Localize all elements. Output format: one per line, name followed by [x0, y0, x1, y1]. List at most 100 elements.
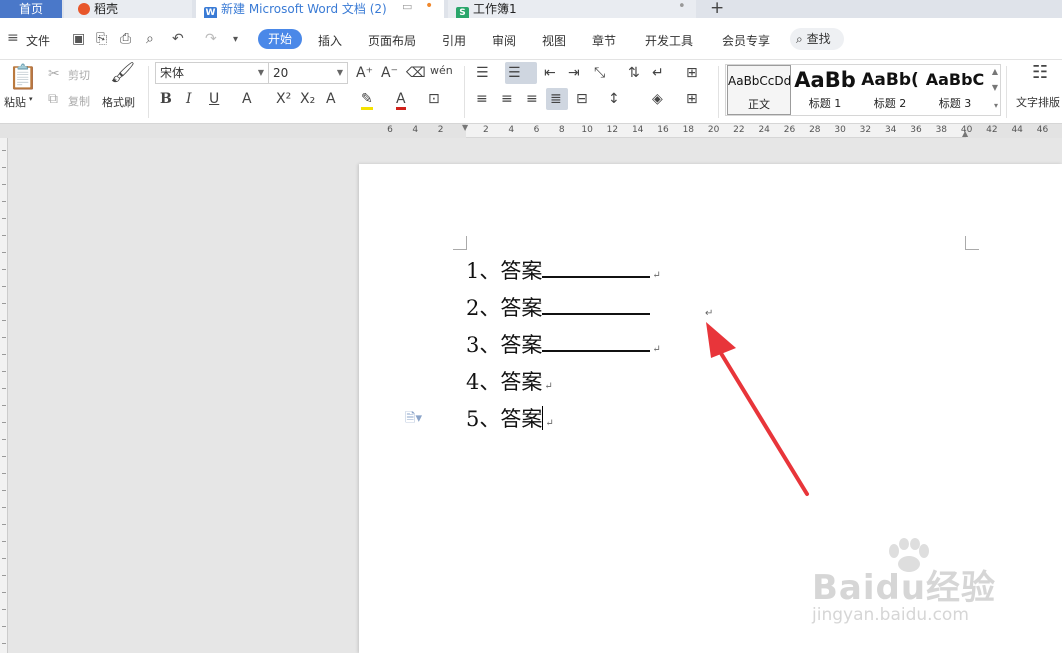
- cut-button[interactable]: 剪切: [68, 67, 90, 83]
- char-border-icon[interactable]: ⊡: [428, 91, 440, 107]
- format-painter-icon[interactable]: 🖌: [110, 62, 135, 82]
- justify-icon[interactable]: ≣: [550, 91, 562, 107]
- paste-dropdown-icon[interactable]: ▾: [29, 95, 33, 103]
- paste-button[interactable]: 粘贴: [4, 94, 26, 110]
- horizontal-ruler[interactable]: ▼ ▲ 6 4 2 2 4 6 8 10 12 14 16 18 20 22 24 26 28 30 32 34 36 3…: [0, 123, 1062, 138]
- text-outline-icon[interactable]: A: [326, 91, 336, 107]
- sort-icon[interactable]: ⇅: [628, 65, 640, 81]
- menu-insert[interactable]: 插入: [318, 32, 342, 49]
- find-button[interactable]: ⌕ 查找: [790, 28, 844, 50]
- menu-review[interactable]: 审阅: [492, 32, 516, 49]
- list-item[interactable]: 5、答案 ↵: [466, 406, 554, 437]
- clear-format-icon[interactable]: ⌫: [406, 65, 426, 81]
- tab-docer[interactable]: 稻壳: [64, 0, 192, 18]
- copy-icon[interactable]: ⧉: [48, 91, 58, 107]
- list-item[interactable]: 4、答案 ↵: [466, 369, 553, 400]
- show-marks-icon[interactable]: ↵: [652, 65, 664, 81]
- redo-icon[interactable]: ↷: [205, 31, 217, 47]
- style-normal[interactable]: AaBbCcDd 正文: [727, 65, 791, 115]
- borders-icon[interactable]: ⊞: [686, 91, 698, 107]
- vruler-tick: [2, 422, 6, 423]
- style-heading-1[interactable]: AaBb 标题 1: [793, 65, 857, 115]
- menu-home[interactable]: 开始: [258, 29, 302, 49]
- monitor-icon[interactable]: ▭: [402, 0, 412, 13]
- list-text: 答案: [500, 370, 543, 394]
- list-item[interactable]: 3、答案 ↵: [466, 332, 661, 363]
- vruler-tick: [2, 167, 6, 168]
- text-effect-icon[interactable]: A: [242, 91, 252, 107]
- superscript-icon[interactable]: X²: [276, 91, 291, 107]
- list-number: 4、: [466, 370, 501, 394]
- hamburger-icon[interactable]: ≡: [7, 30, 19, 46]
- vruler-tick: [2, 490, 6, 491]
- align-right-icon[interactable]: ≡: [526, 91, 538, 107]
- style-heading-2[interactable]: AaBb( 标题 2: [858, 65, 922, 115]
- shrink-font-icon[interactable]: A⁻: [381, 65, 398, 81]
- highlight-icon[interactable]: ✎: [361, 91, 373, 110]
- font-name-select[interactable]: 宋体 ▼: [155, 62, 269, 84]
- copy-button[interactable]: 复制: [68, 93, 90, 109]
- vruler-tick: [2, 405, 6, 406]
- decrease-indent-icon[interactable]: ⇤: [544, 65, 556, 81]
- cut-icon[interactable]: ✂: [48, 66, 60, 82]
- menu-bar: ≡ 文件 ▣ ⎘ ⎙ ⌕ ↶ ↷ ▾ 开始 插入 页面布局 引用 审阅 视图 章…: [0, 18, 1062, 60]
- bullet-list-icon[interactable]: ☰: [476, 65, 489, 81]
- export-pdf-icon[interactable]: ⎘: [96, 31, 107, 47]
- italic-button[interactable]: I: [186, 91, 192, 107]
- ruler-tick-label: 22: [733, 125, 745, 135]
- phonetic-guide-icon[interactable]: wén: [430, 63, 453, 79]
- text-layout-icon[interactable]: ☷: [1032, 64, 1048, 82]
- menu-developer[interactable]: 开发工具: [645, 32, 693, 49]
- gallery-scroll-up-icon[interactable]: ▲: [992, 67, 998, 76]
- gallery-scroll-down-icon[interactable]: ▼: [992, 83, 998, 92]
- vruler-tick: [2, 473, 6, 474]
- menu-references[interactable]: 引用: [442, 32, 466, 49]
- shading-icon[interactable]: ◈: [652, 91, 663, 107]
- chinese-layout-icon[interactable]: ⤡: [594, 65, 605, 81]
- style-heading-3[interactable]: AaBbC 标题 3: [923, 65, 987, 115]
- menu-section[interactable]: 章节: [592, 32, 616, 49]
- gallery-expand-icon[interactable]: ▾: [994, 101, 998, 110]
- customize-quick-access-icon[interactable]: ▾: [233, 34, 238, 45]
- vruler-tick: [2, 337, 6, 338]
- text-layout-button[interactable]: 文字排版: [1016, 94, 1060, 110]
- bold-button[interactable]: B: [160, 91, 172, 107]
- print-icon[interactable]: ⎙: [120, 31, 131, 47]
- line-spacing-icon[interactable]: ↕: [608, 91, 620, 107]
- first-line-indent-icon[interactable]: ▼: [462, 123, 468, 132]
- ruler-tick-label: 30: [834, 125, 846, 135]
- font-color-icon[interactable]: A: [396, 91, 406, 110]
- ruler-tick-label: 32: [859, 125, 872, 135]
- paste-icon[interactable]: 📋: [8, 64, 38, 90]
- save-icon[interactable]: ▣: [72, 31, 85, 47]
- increase-indent-icon[interactable]: ⇥: [568, 65, 580, 81]
- align-center-icon[interactable]: ≡: [501, 91, 513, 107]
- list-text: 答案: [500, 259, 543, 283]
- menu-file[interactable]: 文件: [26, 32, 50, 49]
- list-item[interactable]: 1、答案 ↵: [466, 258, 661, 289]
- numbered-list-icon[interactable]: ☰: [508, 65, 521, 81]
- separator: [1006, 66, 1007, 118]
- table-ruler-icon[interactable]: ⊞: [686, 65, 698, 81]
- format-painter-button[interactable]: 格式刷: [102, 94, 135, 110]
- undo-icon[interactable]: ↶: [172, 31, 184, 47]
- subscript-icon[interactable]: X₂: [300, 91, 315, 107]
- list-item[interactable]: 2、答案: [466, 295, 651, 321]
- grow-font-icon[interactable]: A⁺: [356, 65, 373, 81]
- print-preview-icon[interactable]: ⌕: [146, 31, 154, 47]
- vruler-tick: [2, 439, 6, 440]
- paragraph-layout-icon[interactable]: 🗎▾: [405, 409, 422, 431]
- distribute-icon[interactable]: ⊟: [576, 91, 588, 107]
- align-left-icon[interactable]: ≡: [476, 91, 488, 107]
- menu-page-layout[interactable]: 页面布局: [368, 32, 416, 49]
- vruler-tick: [2, 286, 6, 287]
- underline-button[interactable]: U: [209, 91, 219, 107]
- menu-member[interactable]: 会员专享: [722, 32, 770, 49]
- font-size-select[interactable]: 20 ▼: [268, 62, 348, 84]
- vruler-tick: [2, 235, 6, 236]
- tab-close-dot-icon[interactable]: •: [678, 0, 686, 14]
- tab-home[interactable]: 首页: [0, 0, 62, 18]
- tab-workbook[interactable]: S 工作簿1: [448, 0, 696, 18]
- new-tab-button[interactable]: +: [710, 0, 724, 18]
- menu-view[interactable]: 视图: [542, 32, 566, 49]
